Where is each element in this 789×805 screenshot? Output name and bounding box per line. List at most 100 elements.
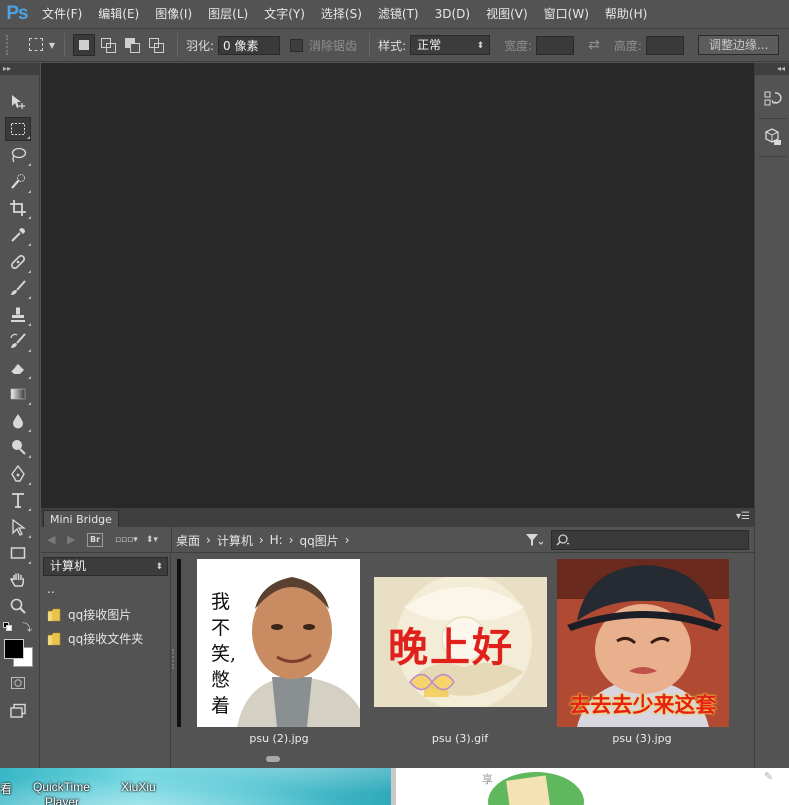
type-icon (12, 493, 24, 508)
share-label[interactable]: 享 (482, 771, 493, 787)
pen-tool[interactable] (5, 462, 31, 486)
quicktime-icon-label[interactable]: QuickTime (33, 780, 90, 794)
intersect-selection-button[interactable] (145, 34, 167, 56)
thumbnail-caption-text: 去去去少来这套 (569, 693, 717, 717)
healing-brush-tool[interactable] (5, 250, 31, 274)
properties-panel-button[interactable] (763, 127, 783, 147)
history-panel-button[interactable] (763, 89, 783, 109)
history-icon (764, 91, 782, 106)
menu-layer[interactable]: 图层(L) (200, 0, 256, 28)
toolbox-collapse[interactable]: ▸▸ (0, 63, 39, 75)
dodge-tool[interactable] (5, 435, 31, 459)
gradient-tool[interactable] (5, 382, 31, 406)
menu-3d[interactable]: 3D(D) (427, 0, 478, 28)
brush-tool[interactable] (5, 276, 31, 300)
go-to-bridge-button[interactable]: Br (87, 532, 103, 547)
search-icon (556, 534, 570, 546)
menu-window[interactable]: 窗口(W) (536, 0, 597, 28)
divider (759, 118, 787, 119)
crop-tool[interactable] (5, 196, 31, 220)
swap-icon[interactable]: ⇄ (588, 37, 600, 53)
height-input[interactable] (645, 35, 684, 55)
desktop-icon-label[interactable]: 看 (0, 780, 12, 797)
location-select[interactable]: 计算机 ⬍ (43, 557, 168, 576)
view-options-icon[interactable]: ▫▫▫▾ (115, 535, 138, 545)
sort-icon[interactable]: ⬍▾ (146, 535, 158, 545)
breadcrumb-computer[interactable]: 计算机 (217, 532, 253, 549)
thumbnail-image[interactable]: 我不笑,憋着 (197, 559, 360, 727)
menu-view[interactable]: 视图(V) (478, 0, 536, 28)
clone-stamp-tool[interactable] (5, 303, 31, 327)
feather-input[interactable]: 0 像素 (218, 35, 281, 55)
quick-mask-icon (11, 677, 25, 689)
filter-icon[interactable] (525, 533, 543, 547)
history-brush-tool[interactable] (5, 329, 31, 353)
thumbnail-filename: psu (2).jpg (249, 732, 309, 745)
zoom-tool[interactable] (5, 594, 31, 618)
new-selection-button[interactable] (73, 34, 95, 56)
lasso-tool[interactable] (5, 143, 31, 167)
window-edge (391, 768, 396, 805)
forward-arrow-icon[interactable]: ▶ (67, 533, 81, 546)
antialias-checkbox[interactable] (290, 38, 304, 52)
back-arrow-icon[interactable]: ◀ (47, 533, 61, 546)
path-selection-tool[interactable] (5, 515, 31, 539)
photoshop-logo: Ps (6, 3, 28, 24)
horizontal-scrollbar-thumb[interactable] (266, 756, 280, 762)
menu-file[interactable]: 文件(F) (34, 0, 90, 28)
dock-expand[interactable]: ◂◂ (755, 63, 789, 75)
rectangular-marquee-tool[interactable] (5, 117, 31, 141)
move-tool[interactable] (5, 90, 31, 114)
folder-item[interactable]: qq接收文件夹 (47, 630, 143, 647)
screen-mode-button[interactable] (5, 699, 31, 723)
folder-item[interactable]: qq接收图片 (47, 606, 131, 623)
blur-tool[interactable] (5, 409, 31, 433)
eraser-tool[interactable] (5, 356, 31, 380)
subtract-from-selection-button[interactable] (121, 34, 143, 56)
search-input[interactable] (551, 530, 749, 550)
style-select[interactable]: 正常 ⬍ (410, 35, 491, 55)
rect-marquee-icon (29, 38, 43, 51)
menu-type[interactable]: 文字(Y) (256, 0, 313, 28)
menu-select[interactable]: 选择(S) (313, 0, 370, 28)
quick-mask-button[interactable] (5, 671, 31, 695)
divider (759, 156, 787, 157)
rectangle-tool[interactable] (5, 541, 31, 565)
document-workspace[interactable] (41, 63, 754, 507)
type-tool[interactable] (5, 488, 31, 512)
gradient-icon (10, 388, 26, 400)
menu-edit[interactable]: 编辑(E) (90, 0, 147, 28)
default-colors-icon[interactable] (3, 622, 13, 632)
quicktime-icon-label-line2[interactable]: Player (45, 795, 79, 805)
location-select-value: 计算机 (50, 559, 87, 573)
quick-selection-tool[interactable] (5, 170, 31, 194)
breadcrumb-drive-h[interactable]: H: (270, 533, 283, 547)
options-bar-grip[interactable] (6, 35, 12, 55)
menu-help[interactable]: 帮助(H) (597, 0, 655, 28)
thumbnail-image[interactable]: 去去去少来这套 (557, 559, 729, 727)
eyedropper-tool[interactable] (5, 223, 31, 247)
width-input[interactable] (536, 35, 575, 55)
panel-menu-icon[interactable]: ▾☰ (736, 511, 750, 522)
swap-colors-icon[interactable]: ⤵ (22, 619, 32, 634)
stamp-icon (11, 307, 25, 322)
edit-icon[interactable]: ✎ (764, 770, 773, 783)
menu-filter[interactable]: 滤镜(T) (370, 0, 427, 28)
breadcrumb-desktop[interactable]: 桌面 (176, 532, 200, 549)
menu-image[interactable]: 图像(I) (147, 0, 200, 28)
add-to-selection-button[interactable] (97, 34, 119, 56)
xiuxiu-icon-label[interactable]: XiuXiu (121, 780, 156, 794)
tab-mini-bridge[interactable]: Mini Bridge (43, 510, 119, 527)
hand-tool[interactable] (5, 568, 31, 592)
tool-preset-picker[interactable]: ▼ (26, 34, 56, 56)
eraser-icon (10, 364, 24, 374)
breadcrumb-qq-pictures[interactable]: qq图片 (300, 532, 339, 549)
cube-icon (765, 128, 781, 145)
thumbnail-image[interactable]: 晚上好 (374, 577, 547, 707)
parent-folder-item[interactable]: .. (47, 582, 55, 596)
refine-edge-button[interactable]: 调整边缘... (697, 35, 780, 55)
drop-icon (13, 414, 23, 429)
folder-icon (47, 632, 61, 645)
foreground-color-swatch[interactable] (4, 639, 24, 659)
updown-caret-icon: ⬍ (155, 562, 163, 572)
